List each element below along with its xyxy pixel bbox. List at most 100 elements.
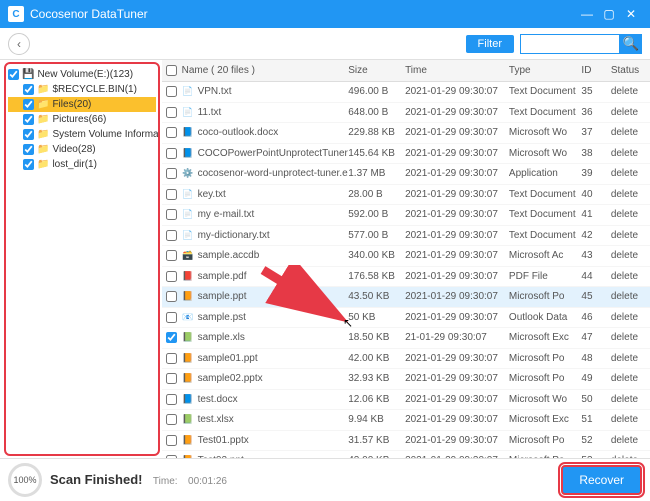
table-row[interactable]: 📘test.docx 12.06 KB 2021-01-29 09:30:07 … bbox=[162, 390, 650, 411]
header-status[interactable]: Status bbox=[611, 65, 650, 76]
table-row[interactable]: 📧sample.pst 50 KB 2021-01-29 09:30:07 Ou… bbox=[162, 308, 650, 329]
tree-item[interactable]: 📁 lost_dir(1) bbox=[8, 157, 156, 172]
header-type[interactable]: Type bbox=[509, 65, 582, 76]
tree-item-checkbox[interactable] bbox=[23, 159, 34, 170]
minimize-button[interactable]: — bbox=[576, 7, 598, 21]
folder-icon: 📁 bbox=[37, 159, 49, 170]
row-checkbox[interactable] bbox=[166, 271, 177, 282]
search-icon: 🔍 bbox=[623, 36, 640, 52]
file-icon: 📄 bbox=[182, 86, 194, 98]
table-row[interactable]: 📄my e-mail.txt 592.00 B 2021-01-29 09:30… bbox=[162, 205, 650, 226]
table-row[interactable]: 📗test.xlsx 9.94 KB 2021-01-29 09:30:07 M… bbox=[162, 410, 650, 431]
row-checkbox[interactable] bbox=[166, 353, 177, 364]
file-time: 2021-01-29 09:30:07 bbox=[405, 414, 509, 425]
tree-item[interactable]: 📁 Files(20) bbox=[8, 97, 156, 112]
file-size: 1.37 MB bbox=[348, 168, 405, 179]
tree-item-checkbox[interactable] bbox=[23, 84, 34, 95]
tree-item-checkbox[interactable] bbox=[23, 99, 34, 110]
row-checkbox[interactable] bbox=[166, 332, 177, 343]
file-id: 35 bbox=[581, 86, 610, 97]
back-button[interactable]: ‹ bbox=[8, 33, 30, 55]
folder-icon: 📁 bbox=[37, 99, 49, 110]
file-name: 11.txt bbox=[198, 107, 222, 118]
row-checkbox[interactable] bbox=[166, 86, 177, 97]
row-checkbox[interactable] bbox=[166, 127, 177, 138]
row-checkbox[interactable] bbox=[166, 209, 177, 220]
table-row[interactable]: 📘COCOPowerPointUnprotectTuner.docx 145.6… bbox=[162, 144, 650, 165]
table-row[interactable]: 📙sample.ppt 43.50 KB 2021-01-29 09:30:07… bbox=[162, 287, 650, 308]
table-row[interactable]: 📕sample.pdf 176.58 KB 2021-01-29 09:30:0… bbox=[162, 267, 650, 288]
header-id[interactable]: ID bbox=[581, 65, 610, 76]
recover-button[interactable]: Recover bbox=[561, 465, 642, 495]
file-status: delete bbox=[611, 107, 650, 118]
file-status: delete bbox=[611, 127, 650, 138]
file-size: 28.00 B bbox=[348, 189, 405, 200]
select-all-checkbox[interactable] bbox=[166, 65, 177, 76]
file-id: 46 bbox=[581, 312, 610, 323]
filter-button[interactable]: Filter bbox=[466, 35, 514, 53]
file-icon: 📙 bbox=[182, 291, 194, 303]
header-size[interactable]: Size bbox=[348, 65, 405, 76]
row-checkbox[interactable] bbox=[166, 394, 177, 405]
close-button[interactable]: ✕ bbox=[620, 7, 642, 21]
tree-item-checkbox[interactable] bbox=[23, 114, 34, 125]
file-icon: 📙 bbox=[182, 455, 194, 458]
table-row[interactable]: 📙sample02.pptx 32.93 KB 2021-01-29 09:30… bbox=[162, 369, 650, 390]
row-checkbox[interactable] bbox=[166, 435, 177, 446]
table-row[interactable]: 📘coco-outlook.docx 229.88 KB 2021-01-29 … bbox=[162, 123, 650, 144]
maximize-button[interactable]: ▢ bbox=[598, 7, 620, 21]
row-checkbox[interactable] bbox=[166, 312, 177, 323]
row-checkbox[interactable] bbox=[166, 189, 177, 200]
file-id: 38 bbox=[581, 148, 610, 159]
search-input[interactable] bbox=[520, 34, 620, 54]
file-icon: 📘 bbox=[182, 127, 194, 139]
file-id: 37 bbox=[581, 127, 610, 138]
file-name: Test02.ppt bbox=[198, 455, 244, 458]
tree-root-checkbox[interactable] bbox=[8, 69, 19, 80]
tree-item[interactable]: 📁 Pictures(66) bbox=[8, 112, 156, 127]
row-checkbox[interactable] bbox=[166, 414, 177, 425]
file-size: 50 KB bbox=[348, 312, 405, 323]
row-checkbox[interactable] bbox=[166, 148, 177, 159]
header-time[interactable]: Time bbox=[405, 65, 509, 76]
table-row[interactable]: 📄my-dictionary.txt 577.00 B 2021-01-29 0… bbox=[162, 226, 650, 247]
table-row[interactable]: 📙Test01.pptx 31.57 KB 2021-01-29 09:30:0… bbox=[162, 431, 650, 452]
table-row[interactable]: 📄11.txt 648.00 B 2021-01-29 09:30:07 Tex… bbox=[162, 103, 650, 124]
table-row[interactable]: 📙Test02.ppt 42.00 KB 2021-01-29 09:30:07… bbox=[162, 451, 650, 458]
row-checkbox[interactable] bbox=[166, 230, 177, 241]
file-time: 2021-01-29 09:30:07 bbox=[405, 189, 509, 200]
tree-root[interactable]: 💾 New Volume(E:)(123) bbox=[8, 67, 156, 82]
tree-item-checkbox[interactable] bbox=[23, 129, 34, 140]
row-checkbox[interactable] bbox=[166, 107, 177, 118]
table-row[interactable]: 🗃️sample.accdb 340.00 KB 2021-01-29 09:3… bbox=[162, 246, 650, 267]
row-checkbox[interactable] bbox=[166, 291, 177, 302]
file-icon: 📄 bbox=[182, 229, 194, 241]
search-button[interactable]: 🔍 bbox=[620, 34, 642, 54]
file-id: 53 bbox=[581, 455, 610, 458]
file-icon: 📘 bbox=[182, 147, 194, 159]
table-row[interactable]: ⚙️cocosenor-word-unprotect-tuner.exe 1.3… bbox=[162, 164, 650, 185]
file-time: 2021-01-29 09:30:07 bbox=[405, 168, 509, 179]
file-status: delete bbox=[611, 455, 650, 458]
file-name: key.txt bbox=[198, 189, 226, 200]
chevron-left-icon: ‹ bbox=[17, 37, 21, 51]
file-type: Microsoft Exc bbox=[509, 332, 582, 343]
tree-item-checkbox[interactable] bbox=[23, 144, 34, 155]
table-row[interactable]: 📄VPN.txt 496.00 B 2021-01-29 09:30:07 Te… bbox=[162, 82, 650, 103]
file-icon: 🗃️ bbox=[182, 250, 194, 262]
row-checkbox[interactable] bbox=[166, 455, 177, 458]
table-row[interactable]: 📄key.txt 28.00 B 2021-01-29 09:30:07 Tex… bbox=[162, 185, 650, 206]
file-status: delete bbox=[611, 414, 650, 425]
tree-item[interactable]: 📁 Video(28) bbox=[8, 142, 156, 157]
row-checkbox[interactable] bbox=[166, 168, 177, 179]
tree-item-label: lost_dir(1) bbox=[52, 159, 96, 170]
row-checkbox[interactable] bbox=[166, 250, 177, 261]
table-row[interactable]: 📗sample.xls 18.50 KB 21-01-29 09:30:07 M… bbox=[162, 328, 650, 349]
row-checkbox[interactable] bbox=[166, 373, 177, 384]
table-row[interactable]: 📙sample01.ppt 42.00 KB 2021-01-29 09:30:… bbox=[162, 349, 650, 370]
tree-item[interactable]: 📁 $RECYCLE.BIN(1) bbox=[8, 82, 156, 97]
file-size: 42.00 KB bbox=[348, 353, 405, 364]
file-size: 592.00 B bbox=[348, 209, 405, 220]
header-name[interactable]: Name ( 20 files ) bbox=[182, 65, 349, 76]
tree-item[interactable]: 📁 System Volume Information(1) bbox=[8, 127, 156, 142]
